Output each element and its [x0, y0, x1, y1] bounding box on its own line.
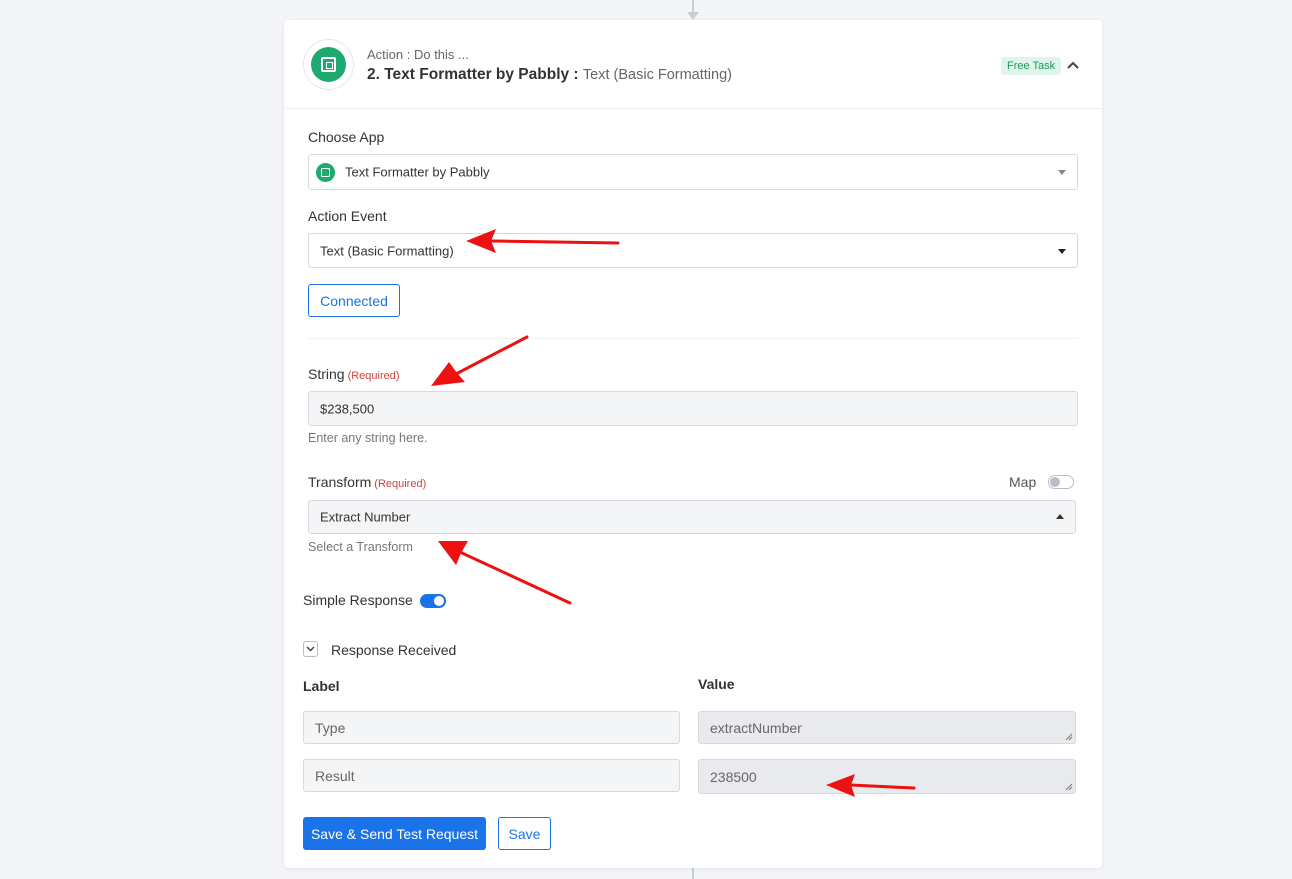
action-title-event: Text (Basic Formatting): [582, 67, 732, 83]
chevron-down-icon: [1058, 248, 1066, 254]
chevron-down-icon: [306, 646, 315, 652]
choose-app-label: Choose App: [308, 129, 385, 145]
response-value-field[interactable]: 238500: [698, 759, 1076, 794]
resize-handle-icon[interactable]: [1065, 733, 1073, 741]
choose-app-value: Text Formatter by Pabbly: [345, 164, 490, 180]
string-input[interactable]: $238,500: [308, 391, 1078, 426]
section-divider: [308, 338, 1078, 339]
action-step-header[interactable]: Action : Do this ... 2. Text Formatter b…: [284, 20, 1102, 109]
map-toggle-label: Map: [1009, 474, 1037, 490]
response-label-value: Type: [315, 719, 346, 736]
required-tag: (Required): [374, 478, 427, 490]
choose-app-select[interactable]: Text Formatter by Pabbly: [308, 154, 1078, 190]
action-step-card: Action : Do this ... 2. Text Formatter b…: [284, 20, 1102, 868]
chevron-up-icon: [1056, 514, 1064, 519]
action-title-text: 2. Text Formatter by Pabbly :: [367, 66, 583, 83]
resize-handle-icon[interactable]: [1065, 783, 1073, 791]
text-formatter-app-icon: [303, 39, 354, 90]
save-button[interactable]: Save: [498, 817, 551, 850]
response-label-field[interactable]: Result: [303, 759, 680, 792]
string-help-text: Enter any string here.: [308, 431, 428, 445]
action-event-value: Text (Basic Formatting): [320, 243, 454, 258]
response-collapse-toggle[interactable]: [303, 641, 318, 657]
chevron-up-icon[interactable]: [1066, 58, 1080, 72]
response-label-value: Result: [315, 767, 355, 784]
required-tag: (Required): [347, 370, 400, 382]
free-task-badge: Free Task: [1001, 57, 1062, 75]
value-column-header: Value: [698, 676, 735, 692]
response-label-field[interactable]: Type: [303, 711, 680, 744]
simple-response-toggle[interactable]: [420, 594, 446, 608]
transform-select[interactable]: Extract Number: [308, 500, 1076, 534]
simple-response-label: Simple Response: [303, 592, 413, 608]
string-label-text: String: [308, 366, 345, 382]
save-and-send-test-request-button[interactable]: Save & Send Test Request: [303, 817, 486, 850]
transform-help-text: Select a Transform: [308, 540, 413, 554]
action-event-select[interactable]: Text (Basic Formatting): [308, 233, 1078, 268]
action-event-label: Action Event: [308, 208, 387, 224]
response-value-text: 238500: [710, 768, 757, 785]
transform-label: Transform (Required): [308, 474, 426, 490]
connected-button[interactable]: Connected: [308, 284, 400, 317]
flow-arrow-icon: [687, 12, 699, 20]
text-formatter-app-icon: [316, 163, 335, 182]
chevron-down-icon: [1058, 170, 1066, 175]
response-value-text: extractNumber: [710, 719, 802, 736]
string-input-value: $238,500: [320, 401, 375, 416]
transform-select-value: Extract Number: [320, 509, 411, 525]
action-subtitle: Action : Do this ...: [367, 47, 469, 62]
label-column-header: Label: [303, 678, 340, 694]
string-label: String (Required): [308, 366, 400, 382]
map-toggle[interactable]: [1048, 475, 1074, 489]
response-received-label: Response Received: [331, 642, 457, 658]
response-value-field[interactable]: extractNumber: [698, 711, 1076, 744]
action-title: 2. Text Formatter by Pabbly : Text (Basi…: [367, 66, 732, 84]
transform-label-text: Transform: [308, 474, 372, 490]
